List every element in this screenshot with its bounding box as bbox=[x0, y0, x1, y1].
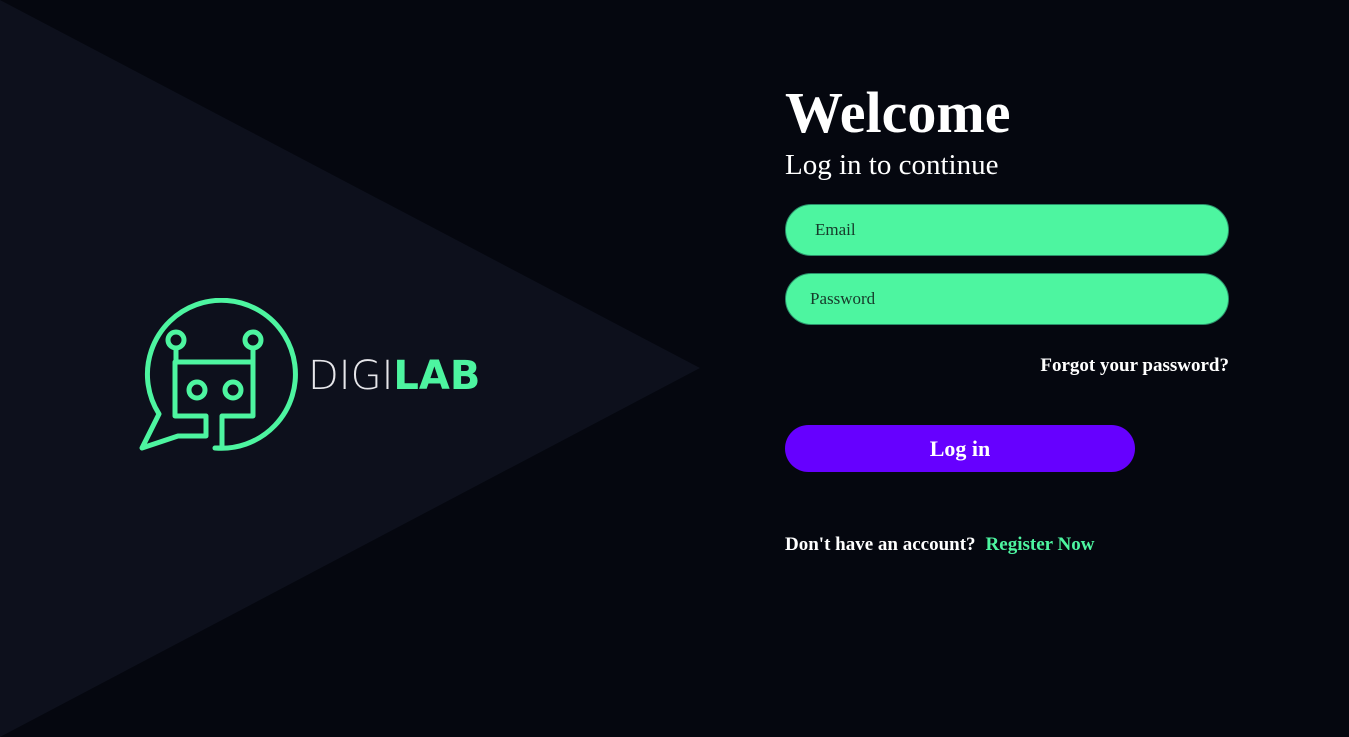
email-field[interactable] bbox=[785, 204, 1229, 256]
brand-name-light: DIGI bbox=[308, 353, 393, 399]
brand-name-bold: LAB bbox=[393, 353, 478, 399]
login-button[interactable]: Log in bbox=[785, 425, 1135, 472]
digilab-logo: DIGILAB bbox=[138, 298, 478, 454]
register-row: Don't have an account? Register Now bbox=[785, 535, 1094, 554]
robot-chat-bubble-icon bbox=[139, 298, 298, 451]
forgot-password-link[interactable]: Forgot your password? bbox=[1040, 356, 1229, 375]
register-now-link[interactable]: Register Now bbox=[986, 534, 1095, 555]
page-subtitle: Log in to continue bbox=[785, 149, 999, 181]
no-account-text: Don't have an account? bbox=[785, 534, 976, 555]
brand-name: DIGILAB bbox=[308, 353, 478, 399]
page-title: Welcome bbox=[785, 80, 1011, 145]
password-field[interactable] bbox=[785, 273, 1229, 325]
